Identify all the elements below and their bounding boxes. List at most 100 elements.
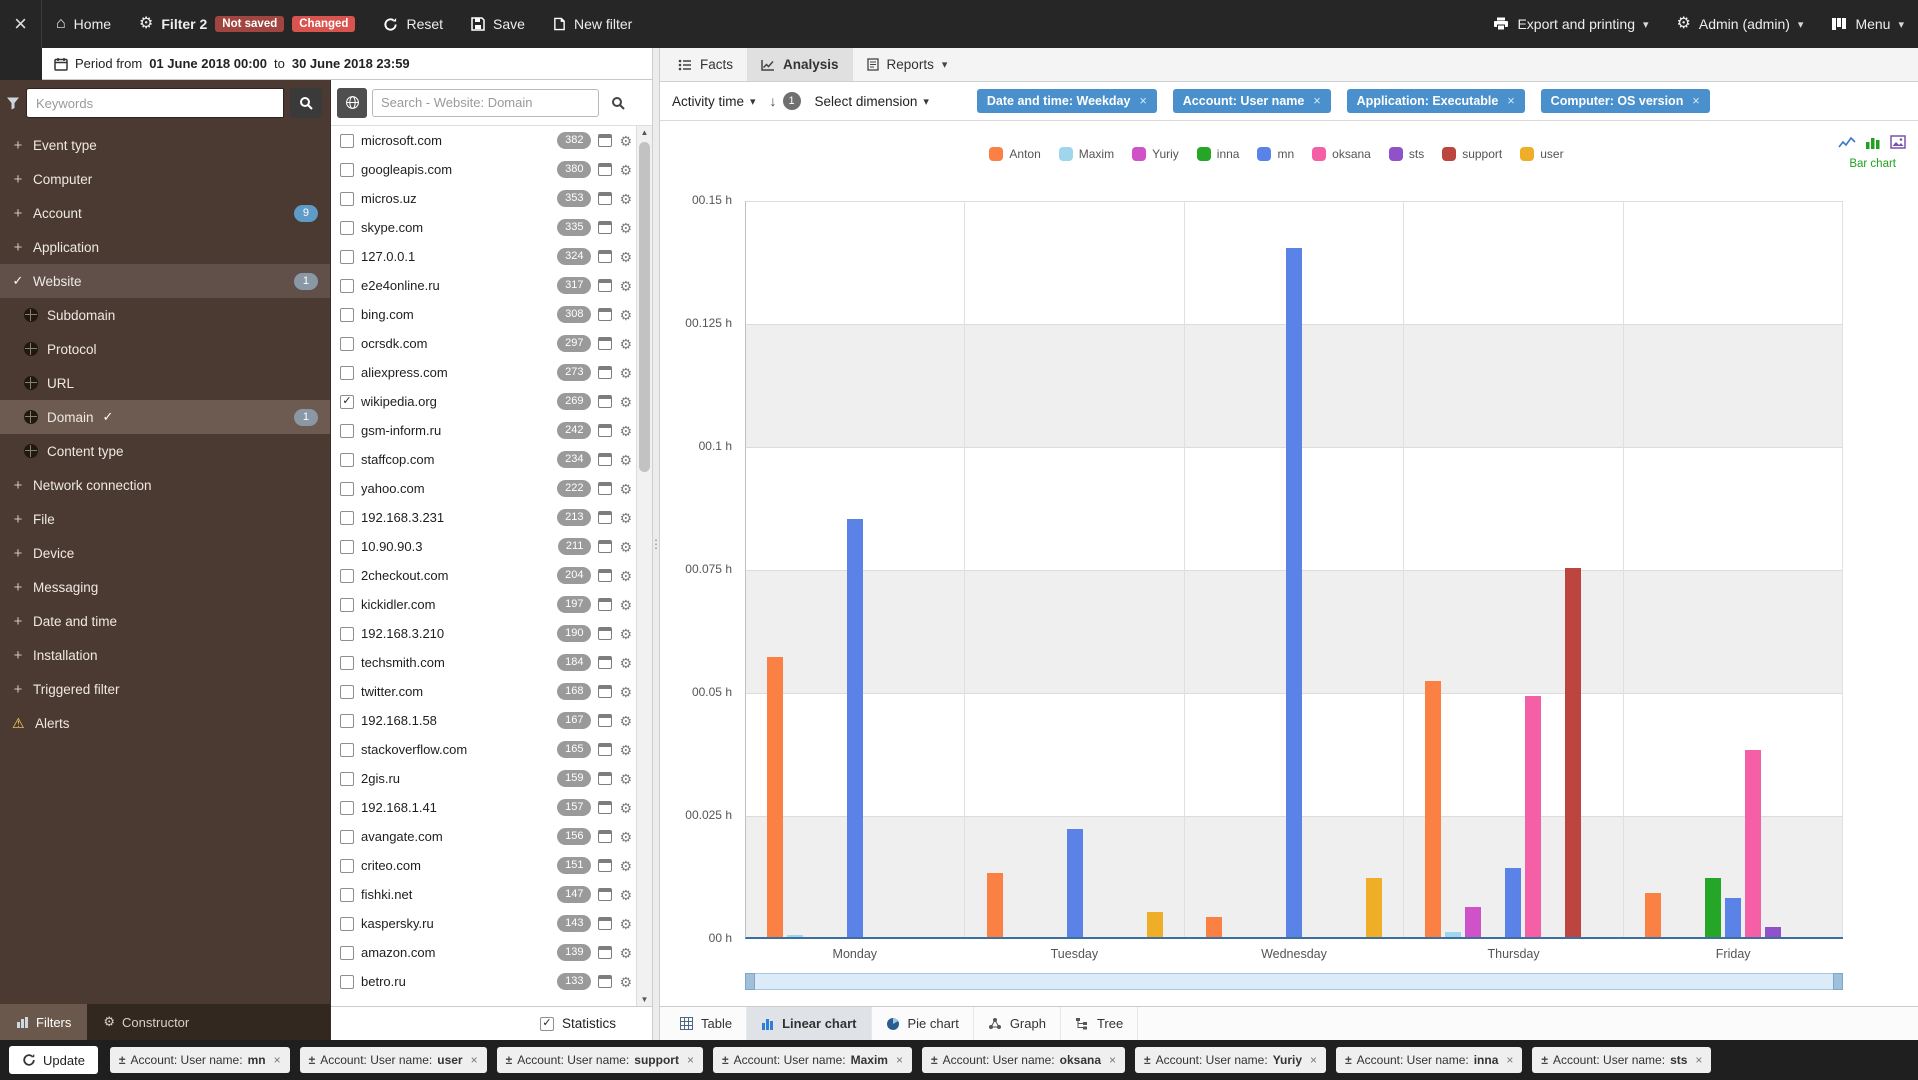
domain-checkbox[interactable] — [340, 511, 354, 525]
settings-gear-icon[interactable]: ⚙ — [619, 250, 632, 264]
sidebar-item-content-type[interactable]: Content type — [0, 434, 330, 468]
domain-row-fishki-net[interactable]: fishki.net147⚙ — [331, 880, 636, 909]
domain-checkbox[interactable] — [340, 888, 354, 902]
statistics-checkbox[interactable]: ✓ — [540, 1017, 554, 1031]
sidebar-item-network-connection[interactable]: +Network connection — [0, 468, 330, 502]
domain-search-input[interactable] — [372, 89, 599, 117]
reset-button[interactable]: Reset — [369, 0, 457, 48]
legend-item-yuriy[interactable]: Yuriy — [1132, 147, 1179, 161]
calendar-icon[interactable] — [598, 163, 612, 176]
domain-row-e2e4online-ru[interactable]: e2e4online.ru317⚙ — [331, 271, 636, 300]
calendar-icon[interactable] — [598, 395, 612, 408]
select-dimension-dropdown[interactable]: Select dimension ▾ — [815, 94, 929, 109]
domain-checkbox[interactable] — [340, 366, 354, 380]
domain-row-192-168-3-210[interactable]: 192.168.3.210190⚙ — [331, 619, 636, 648]
calendar-icon[interactable] — [598, 540, 612, 553]
remove-chip-icon[interactable]: × — [1506, 1053, 1513, 1067]
tab-table[interactable]: Table — [666, 1007, 747, 1040]
legend-item-support[interactable]: support — [1442, 147, 1502, 161]
plus-minus-icon[interactable]: ± — [1541, 1053, 1548, 1067]
remove-chip-icon[interactable]: × — [1109, 1053, 1116, 1067]
settings-gear-icon[interactable]: ⚙ — [619, 598, 632, 612]
settings-gear-icon[interactable]: ⚙ — [619, 830, 632, 844]
remove-chip-icon[interactable]: × — [687, 1053, 694, 1067]
tab-analysis[interactable]: Analysis — [747, 48, 853, 81]
calendar-icon[interactable] — [598, 801, 612, 814]
settings-gear-icon[interactable]: ⚙ — [619, 482, 632, 496]
sidebar-item-alerts[interactable]: ⚠Alerts — [0, 706, 330, 740]
settings-gear-icon[interactable]: ⚙ — [619, 656, 632, 670]
calendar-icon[interactable] — [598, 482, 612, 495]
tab-reports[interactable]: Reports ▾ — [853, 48, 962, 81]
bar-mn-friday[interactable] — [1725, 898, 1741, 937]
tab-linear-chart[interactable]: Linear chart — [747, 1007, 871, 1040]
settings-gear-icon[interactable]: ⚙ — [619, 743, 632, 757]
domain-checkbox[interactable] — [340, 569, 354, 583]
settings-gear-icon[interactable]: ⚙ — [619, 453, 632, 467]
bar-sts-friday[interactable] — [1765, 927, 1781, 937]
remove-chip-icon[interactable]: × — [1139, 94, 1146, 108]
domain-checkbox[interactable] — [340, 134, 354, 148]
admin-menu[interactable]: ⚙ Admin (admin) ▾ — [1663, 0, 1818, 48]
website-dimension-button[interactable] — [337, 88, 367, 118]
calendar-icon[interactable] — [598, 511, 612, 524]
account-filter-chip-inna[interactable]: ±Account: User name: inna× — [1336, 1047, 1522, 1073]
sidebar-item-computer[interactable]: +Computer — [0, 162, 330, 196]
plus-minus-icon[interactable]: ± — [119, 1053, 126, 1067]
domain-row-stackoverflow-com[interactable]: stackoverflow.com165⚙ — [331, 735, 636, 764]
domain-row-ocrsdk-com[interactable]: ocrsdk.com297⚙ — [331, 329, 636, 358]
bar-anton-wednesday[interactable] — [1206, 917, 1222, 937]
calendar-icon[interactable] — [598, 337, 612, 350]
tab-filters[interactable]: Filters — [0, 1004, 87, 1040]
calendar-icon[interactable] — [598, 656, 612, 669]
settings-gear-icon[interactable]: ⚙ — [619, 917, 632, 931]
legend-item-mn[interactable]: mn — [1257, 147, 1294, 161]
sidebar-item-domain[interactable]: Domain✓1 — [0, 400, 330, 434]
bar-anton-friday[interactable] — [1645, 893, 1661, 937]
sidebar-item-date-and-time[interactable]: +Date and time — [0, 604, 330, 638]
sidebar-item-application[interactable]: +Application — [0, 230, 330, 264]
bar-oksana-thursday[interactable] — [1525, 696, 1541, 937]
bar-user-wednesday[interactable] — [1366, 878, 1382, 937]
domain-checkbox[interactable] — [340, 656, 354, 670]
domain-checkbox[interactable] — [340, 772, 354, 786]
plus-minus-icon[interactable]: ± — [931, 1053, 938, 1067]
settings-gear-icon[interactable]: ⚙ — [619, 975, 632, 989]
domain-row-staffcop-com[interactable]: staffcop.com234⚙ — [331, 445, 636, 474]
legend-item-anton[interactable]: Anton — [989, 147, 1040, 161]
calendar-icon[interactable] — [598, 830, 612, 843]
bar-yuriy-thursday[interactable] — [1465, 907, 1481, 937]
keywords-search-button[interactable] — [290, 88, 322, 118]
domain-checkbox[interactable] — [340, 714, 354, 728]
export-printing-menu[interactable]: Export and printing ▾ — [1479, 0, 1662, 48]
account-filter-chip-mn[interactable]: ±Account: User name: mn× — [110, 1047, 290, 1073]
account-filter-chip-maxim[interactable]: ±Account: User name: Maxim× — [713, 1047, 912, 1073]
bar-inna-friday[interactable] — [1705, 878, 1721, 937]
calendar-icon[interactable] — [598, 743, 612, 756]
bar-mn-wednesday[interactable] — [1286, 248, 1302, 937]
domain-row-kickidler-com[interactable]: kickidler.com197⚙ — [331, 590, 636, 619]
domain-checkbox[interactable] — [340, 627, 354, 641]
calendar-icon[interactable] — [598, 134, 612, 147]
period-bar[interactable]: Period from 01 June 2018 00:00 to 30 Jun… — [42, 48, 652, 80]
update-button[interactable]: Update — [9, 1046, 98, 1074]
domain-row-aliexpress-com[interactable]: aliexpress.com273⚙ — [331, 358, 636, 387]
calendar-icon[interactable] — [598, 917, 612, 930]
scroll-down-icon[interactable]: ▼ — [637, 995, 652, 1004]
calendar-icon[interactable] — [598, 888, 612, 901]
settings-gear-icon[interactable]: ⚙ — [619, 569, 632, 583]
remove-chip-icon[interactable]: × — [1695, 1053, 1702, 1067]
domain-row-twitter-com[interactable]: twitter.com168⚙ — [331, 677, 636, 706]
bar-mn-monday[interactable] — [847, 519, 863, 937]
dimension-chip-application-executable[interactable]: Application: Executable× — [1347, 89, 1525, 113]
calendar-icon[interactable] — [598, 685, 612, 698]
calendar-icon[interactable] — [598, 366, 612, 379]
remove-chip-icon[interactable]: × — [471, 1053, 478, 1067]
bar-maxim-thursday[interactable] — [1445, 932, 1461, 937]
domain-row-betro-ru[interactable]: betro.ru133⚙ — [331, 967, 636, 996]
zoom-handle-right[interactable] — [1833, 973, 1843, 990]
save-button[interactable]: Save — [457, 0, 539, 48]
domain-checkbox[interactable] — [340, 453, 354, 467]
domain-checkbox[interactable] — [340, 192, 354, 206]
domain-checkbox[interactable] — [340, 830, 354, 844]
